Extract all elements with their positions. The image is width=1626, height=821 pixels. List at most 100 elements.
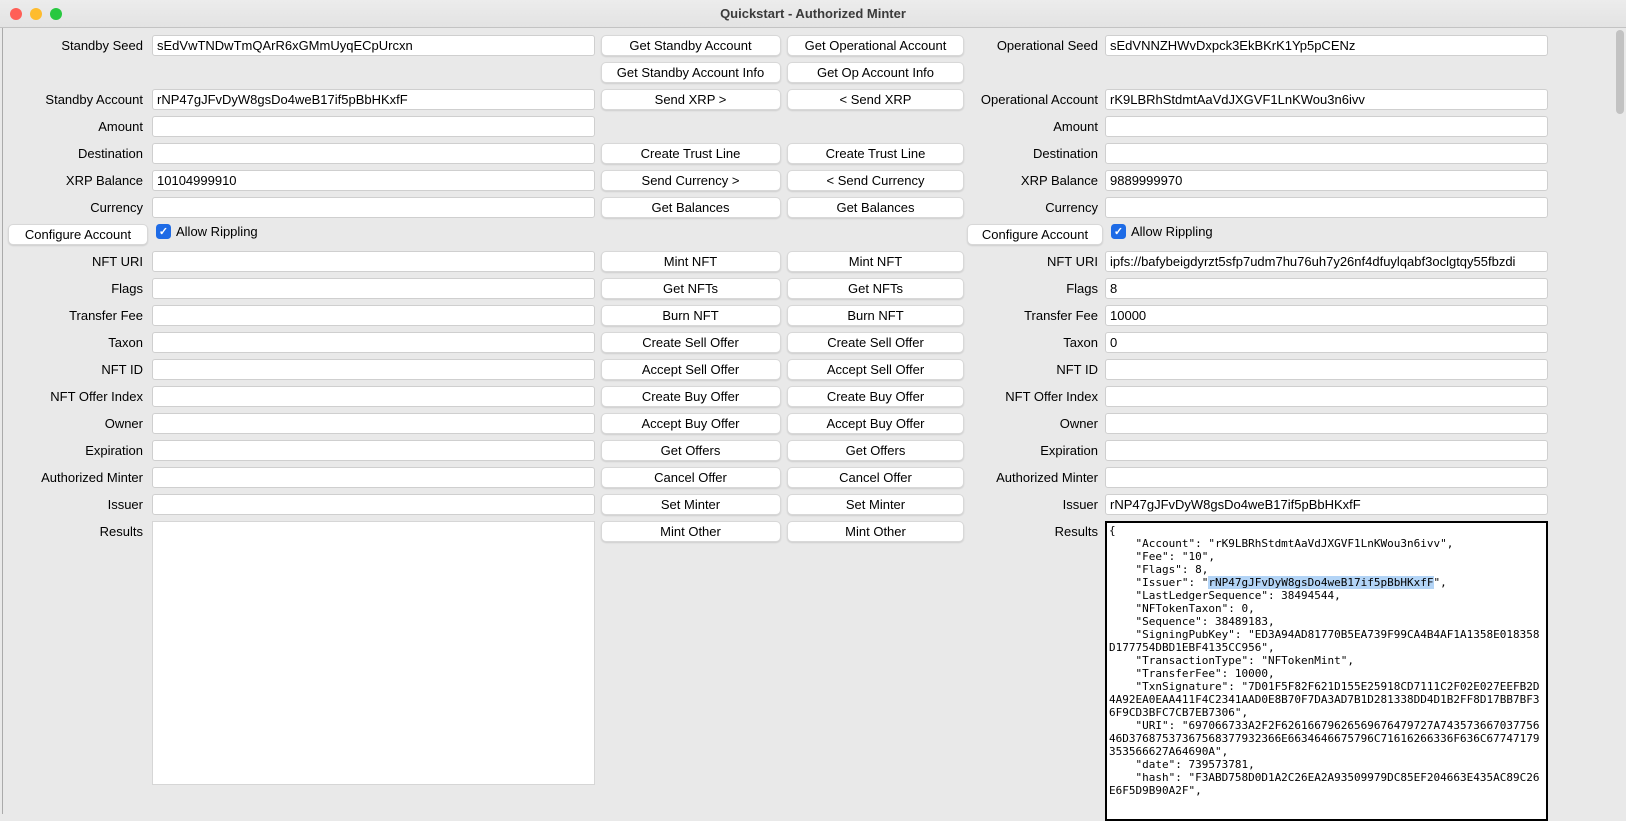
standby-authorized-minter-input[interactable] <box>152 467 595 488</box>
operational-mint-other-button[interactable]: Mint Other <box>787 521 964 542</box>
send-xrp-left-button[interactable]: < Send XRP <box>787 89 964 110</box>
row-configure: Configure Account ✓ Allow Rippling Confi… <box>0 221 1626 248</box>
standby-mint-nft-button[interactable]: Mint NFT <box>601 251 781 272</box>
operational-create-trust-line-button[interactable]: Create Trust Line <box>787 143 964 164</box>
standby-allow-rippling-label: Allow Rippling <box>176 224 258 239</box>
scrollbar-thumb[interactable] <box>1616 30 1624 114</box>
operational-destination-input[interactable] <box>1105 143 1548 164</box>
row-account: Standby Account Send XRP > < Send XRP Op… <box>0 86 1626 113</box>
standby-nft-id-input[interactable] <box>152 359 595 380</box>
operational-seed-input[interactable] <box>1105 35 1548 56</box>
operational-authorized-minter-label: Authorized Minter <box>967 464 1103 491</box>
standby-burn-nft-button[interactable]: Burn NFT <box>601 305 781 326</box>
operational-currency-input[interactable] <box>1105 197 1548 218</box>
send-xrp-right-button[interactable]: Send XRP > <box>601 89 781 110</box>
operational-transfer-fee-input[interactable] <box>1105 305 1548 326</box>
row-results: Results Mint Other Mint Other Results { … <box>0 518 1626 821</box>
standby-accept-sell-offer-button[interactable]: Accept Sell Offer <box>601 359 781 380</box>
send-currency-right-button[interactable]: Send Currency > <box>601 170 781 191</box>
operational-allow-rippling-label: Allow Rippling <box>1131 224 1213 239</box>
operational-burn-nft-button[interactable]: Burn NFT <box>787 305 964 326</box>
operational-owner-input[interactable] <box>1105 413 1548 434</box>
operational-set-minter-button[interactable]: Set Minter <box>787 494 964 515</box>
operational-issuer-input[interactable] <box>1105 494 1548 515</box>
operational-taxon-input[interactable] <box>1105 332 1548 353</box>
operational-currency-label: Currency <box>967 194 1103 221</box>
operational-nft-id-input[interactable] <box>1105 359 1548 380</box>
minimize-button[interactable] <box>30 8 42 20</box>
standby-issuer-input[interactable] <box>152 494 595 515</box>
standby-seed-input[interactable] <box>152 35 595 56</box>
standby-issuer-label: Issuer <box>0 491 148 518</box>
operational-nft-uri-input[interactable] <box>1105 251 1548 272</box>
standby-transfer-fee-label: Transfer Fee <box>0 302 148 329</box>
standby-get-nfts-button[interactable]: Get NFTs <box>601 278 781 299</box>
operational-get-offers-button[interactable]: Get Offers <box>787 440 964 461</box>
operational-seed-label: Operational Seed <box>967 32 1103 59</box>
titlebar: Quickstart - Authorized Minter <box>0 0 1626 28</box>
operational-configure-account-button[interactable]: Configure Account <box>967 224 1103 245</box>
standby-amount-input[interactable] <box>152 116 595 137</box>
operational-get-nfts-button[interactable]: Get NFTs <box>787 278 964 299</box>
operational-create-buy-offer-button[interactable]: Create Buy Offer <box>787 386 964 407</box>
standby-cancel-offer-button[interactable]: Cancel Offer <box>601 467 781 488</box>
standby-create-trust-line-button[interactable]: Create Trust Line <box>601 143 781 164</box>
standby-results-label: Results <box>0 518 148 545</box>
window-scrollbar[interactable] <box>1616 30 1625 810</box>
operational-allow-rippling-checkbox[interactable]: ✓ Allow Rippling <box>1111 224 1626 239</box>
row-destination: Destination Create Trust Line Create Tru… <box>0 140 1626 167</box>
operational-mint-nft-button[interactable]: Mint NFT <box>787 251 964 272</box>
zoom-button[interactable] <box>50 8 62 20</box>
standby-account-input[interactable] <box>152 89 595 110</box>
operational-expiration-input[interactable] <box>1105 440 1548 461</box>
standby-allow-rippling-checkbox[interactable]: ✓ Allow Rippling <box>156 224 597 239</box>
standby-account-label: Standby Account <box>0 86 148 113</box>
standby-amount-label: Amount <box>0 113 148 140</box>
standby-destination-input[interactable] <box>152 143 595 164</box>
standby-results-area[interactable] <box>152 521 595 785</box>
operational-get-balances-button[interactable]: Get Balances <box>787 197 964 218</box>
standby-owner-input[interactable] <box>152 413 595 434</box>
standby-taxon-input[interactable] <box>152 332 595 353</box>
standby-create-buy-offer-button[interactable]: Create Buy Offer <box>601 386 781 407</box>
operational-authorized-minter-input[interactable] <box>1105 467 1548 488</box>
row-nft-offer-index: NFT Offer Index Create Buy Offer Create … <box>0 383 1626 410</box>
operational-create-sell-offer-button[interactable]: Create Sell Offer <box>787 332 964 353</box>
standby-mint-other-button[interactable]: Mint Other <box>601 521 781 542</box>
standby-accept-buy-offer-button[interactable]: Accept Buy Offer <box>601 413 781 434</box>
operational-results-area[interactable]: { "Account": "rK9LBRhStdmtAaVdJXGVF1LnKW… <box>1105 521 1548 821</box>
close-button[interactable] <box>10 8 22 20</box>
standby-nft-offer-index-input[interactable] <box>152 386 595 407</box>
send-currency-left-button[interactable]: < Send Currency <box>787 170 964 191</box>
operational-taxon-label: Taxon <box>967 329 1103 356</box>
row-transfer-fee: Transfer Fee Burn NFT Burn NFT Transfer … <box>0 302 1626 329</box>
standby-authorized-minter-label: Authorized Minter <box>0 464 148 491</box>
get-standby-account-button[interactable]: Get Standby Account <box>601 35 781 56</box>
standby-currency-input[interactable] <box>152 197 595 218</box>
standby-create-sell-offer-button[interactable]: Create Sell Offer <box>601 332 781 353</box>
operational-account-input[interactable] <box>1105 89 1548 110</box>
standby-currency-label: Currency <box>0 194 148 221</box>
standby-xrp-balance-input[interactable] <box>152 170 595 191</box>
operational-nft-offer-index-input[interactable] <box>1105 386 1548 407</box>
operational-flags-input[interactable] <box>1105 278 1548 299</box>
standby-flags-input[interactable] <box>152 278 595 299</box>
standby-set-minter-button[interactable]: Set Minter <box>601 494 781 515</box>
standby-get-offers-button[interactable]: Get Offers <box>601 440 781 461</box>
standby-xrp-balance-label: XRP Balance <box>0 167 148 194</box>
standby-expiration-input[interactable] <box>152 440 595 461</box>
standby-transfer-fee-input[interactable] <box>152 305 595 326</box>
standby-get-balances-button[interactable]: Get Balances <box>601 197 781 218</box>
operational-xrp-balance-input[interactable] <box>1105 170 1548 191</box>
get-standby-account-info-button[interactable]: Get Standby Account Info <box>601 62 781 83</box>
get-operational-account-button[interactable]: Get Operational Account <box>787 35 964 56</box>
operational-cancel-offer-button[interactable]: Cancel Offer <box>787 467 964 488</box>
get-op-account-info-button[interactable]: Get Op Account Info <box>787 62 964 83</box>
operational-flags-label: Flags <box>967 275 1103 302</box>
operational-accept-buy-offer-button[interactable]: Accept Buy Offer <box>787 413 964 434</box>
standby-nft-offer-index-label: NFT Offer Index <box>0 383 148 410</box>
operational-accept-sell-offer-button[interactable]: Accept Sell Offer <box>787 359 964 380</box>
operational-amount-input[interactable] <box>1105 116 1548 137</box>
standby-configure-account-button[interactable]: Configure Account <box>8 224 148 245</box>
standby-nft-uri-input[interactable] <box>152 251 595 272</box>
